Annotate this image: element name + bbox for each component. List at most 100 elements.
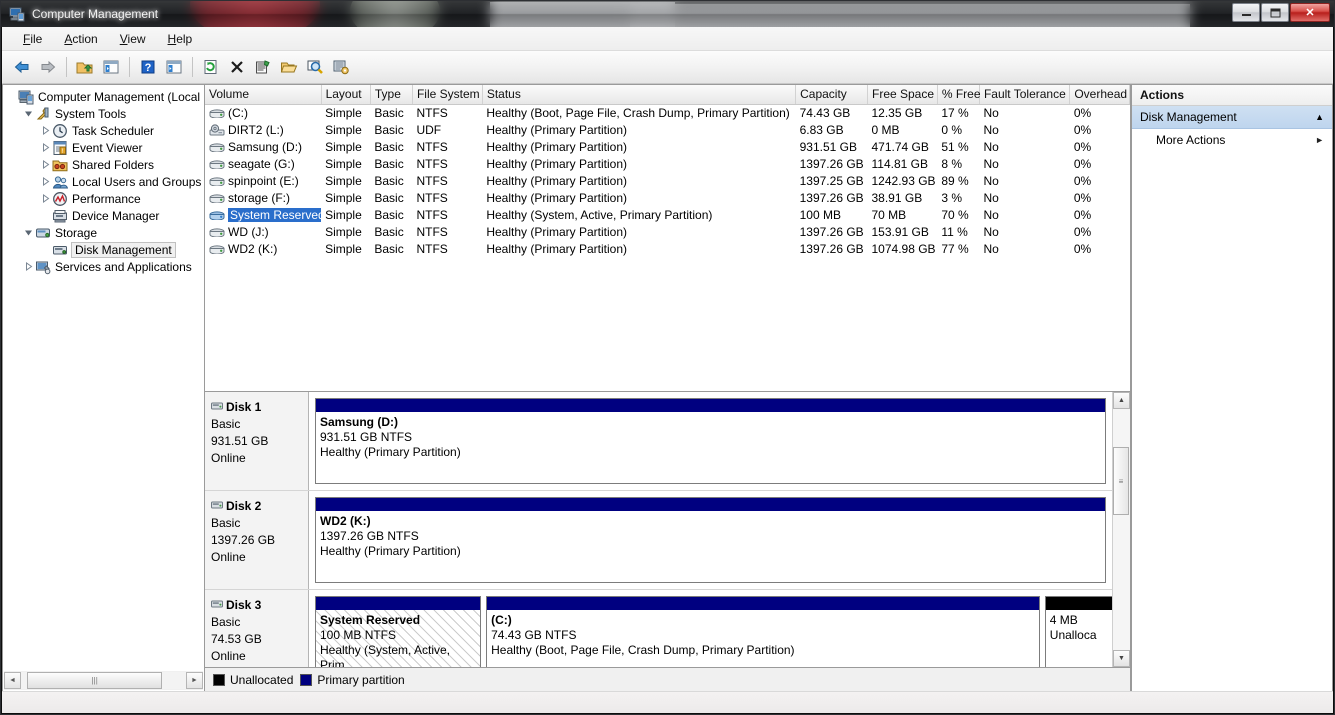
tree-scroll-track[interactable]: |||: [21, 672, 186, 689]
volume-column-header-fault-tolerance[interactable]: Fault Tolerance: [979, 85, 1071, 105]
menu-file[interactable]: File: [12, 29, 53, 49]
disk-info-panel[interactable]: Disk 3 Basic 74.53 GB Online: [205, 590, 309, 667]
volume-row[interactable]: storage (F:) Simple Basic NTFS Healthy (Prim…: [205, 189, 1130, 206]
tree-item-system-tools[interactable]: System Tools: [3, 105, 204, 122]
chevron-down-icon[interactable]: [22, 226, 35, 239]
volume-cell-name[interactable]: storage (F:): [205, 189, 321, 206]
up-folder-icon[interactable]: [73, 55, 97, 79]
volume-row[interactable]: DIRT2 (L:) Simple Basic UDF Healthy (Primary…: [205, 121, 1130, 138]
tree-item-label: Performance: [72, 191, 141, 206]
menu-help[interactable]: Help: [157, 29, 204, 49]
volume-name-label: System Reserved: [228, 207, 322, 222]
chevron-right-icon[interactable]: [22, 260, 35, 273]
tree-item-computer-management-local[interactable]: Computer Management (Local: [3, 88, 204, 105]
back-icon[interactable]: [10, 55, 34, 79]
tree-item-disk-management[interactable]: Disk Management: [3, 241, 204, 258]
volume-cell-type: Basic: [374, 224, 404, 239]
title-bar[interactable]: Computer Management ✕: [1, 1, 1334, 27]
delete-icon[interactable]: [225, 55, 249, 79]
tree-item-storage[interactable]: Storage: [3, 224, 204, 241]
chevron-right-icon: ►: [1315, 135, 1324, 145]
help-icon[interactable]: ?: [136, 55, 160, 79]
disk-graph-scroll-up-button[interactable]: ▲: [1113, 392, 1130, 409]
disk-graph-scroll-track[interactable]: ≡: [1113, 409, 1130, 650]
close-button[interactable]: ✕: [1290, 3, 1330, 22]
refresh-icon[interactable]: [199, 55, 223, 79]
tree-item-device-manager[interactable]: Device Manager: [3, 207, 204, 224]
chevron-up-icon[interactable]: ▲: [1315, 112, 1324, 122]
volume-cell-name[interactable]: DIRT2 (L:): [205, 121, 321, 138]
volume-row[interactable]: seagate (G:) Simple Basic NTFS Healthy (Prim…: [205, 155, 1130, 172]
properties-icon[interactable]: [251, 55, 275, 79]
menu-view[interactable]: View: [109, 29, 157, 49]
rescan-disks-icon[interactable]: [303, 55, 327, 79]
chevron-down-icon[interactable]: [22, 107, 35, 120]
disk-row-disk-1[interactable]: Disk 1 Basic 931.51 GB Online Samsung (D:) 93…: [205, 392, 1112, 491]
tree-item-task-scheduler[interactable]: Task Scheduler: [3, 122, 204, 139]
tree-item-local-users-and-groups[interactable]: Local Users and Groups: [3, 173, 204, 190]
volume-cell-name[interactable]: spinpoint (E:): [205, 172, 321, 189]
disk-row-disk-2[interactable]: Disk 2 Basic 1397.26 GB Online WD2 (K:) 1397.…: [205, 491, 1112, 590]
volume-column-header-capacity[interactable]: Capacity: [795, 85, 868, 105]
chevron-right-icon[interactable]: [39, 124, 52, 137]
volume-cell-status: Healthy (Primary Partition): [486, 241, 628, 256]
tree-scroll-left-button[interactable]: ◄: [4, 672, 21, 689]
volume-row[interactable]: System Reserved Simple Basic NTFS Healthy (S…: [205, 206, 1130, 223]
volume-column-header-free-space[interactable]: Free Space: [867, 85, 938, 105]
tree-scroll-thumb[interactable]: |||: [27, 672, 163, 689]
action-more-actions[interactable]: More Actions ►: [1132, 129, 1332, 151]
partition-block[interactable]: (C:) 74.43 GB NTFS Healthy (Boot, Page Fil…: [486, 596, 1040, 667]
tree-item-shared-folders[interactable]: Shared Folders: [3, 156, 204, 173]
tree-item-services-and-applications[interactable]: Services and Applications: [3, 258, 204, 275]
partition-block[interactable]: 4 MB Unalloca: [1044, 596, 1112, 667]
volume-column-header-layout[interactable]: Layout: [321, 85, 371, 105]
disk-info-panel[interactable]: Disk 2 Basic 1397.26 GB Online: [205, 491, 309, 589]
chevron-right-icon[interactable]: [39, 175, 52, 188]
chevron-right-icon[interactable]: [39, 192, 52, 205]
disk-row-disk-3[interactable]: Disk 3 Basic 74.53 GB Online System Reserved…: [205, 590, 1112, 667]
maximize-button[interactable]: [1261, 3, 1289, 22]
disk-info-panel[interactable]: Disk 1 Basic 931.51 GB Online: [205, 392, 309, 490]
volume-row[interactable]: (C:) Simple Basic NTFS Healthy (Boot, Page F…: [205, 104, 1130, 121]
shared-folders-icon: [52, 157, 68, 173]
volume-column-header-file-system[interactable]: File System: [412, 85, 483, 105]
volume-column-header-free[interactable]: % Free: [937, 85, 981, 105]
volume-cell-name[interactable]: System Reserved: [205, 206, 322, 223]
disk-graph-vertical-scrollbar[interactable]: ▲ ≡ ▼: [1112, 392, 1130, 667]
menu-action[interactable]: Action: [53, 29, 108, 49]
actions-group-disk-management[interactable]: Disk Management ▲: [1132, 106, 1332, 129]
volume-cell-name[interactable]: WD (J:): [205, 223, 321, 240]
export-list-icon[interactable]: [329, 55, 353, 79]
partition-block[interactable]: WD2 (K:) 1397.26 GB NTFS Healthy (Primary …: [315, 497, 1106, 583]
volume-cell-name[interactable]: (C:): [205, 104, 321, 121]
chevron-right-icon[interactable]: [39, 141, 52, 154]
partition-block[interactable]: System Reserved 100 MB NTFS Healthy (Syste…: [315, 596, 482, 667]
minimize-button[interactable]: [1232, 3, 1260, 22]
volume-cell-name[interactable]: seagate (G:): [205, 155, 321, 172]
volume-cell-name[interactable]: WD2 (K:): [205, 240, 321, 257]
local-users-icon: [52, 174, 69, 190]
volume-row[interactable]: Samsung (D:) Simple Basic NTFS Healthy (Prim…: [205, 138, 1130, 155]
show-hide-action-pane-icon[interactable]: [162, 55, 186, 79]
chevron-right-icon[interactable]: [39, 158, 52, 171]
tree-item-event-viewer[interactable]: ! Event Viewer: [3, 139, 204, 156]
tree-horizontal-scrollbar[interactable]: ◄ ||| ►: [4, 671, 203, 690]
tree-scroll-right-button[interactable]: ►: [186, 672, 203, 689]
disk-graph-scroll-thumb[interactable]: ≡: [1113, 447, 1129, 515]
volume-cell-name[interactable]: Samsung (D:): [205, 138, 321, 155]
volume-column-header-volume[interactable]: Volume: [205, 85, 322, 105]
volume-cell-fault-tolerance: No: [983, 139, 999, 154]
volume-row[interactable]: spinpoint (E:) Simple Basic NTFS Healthy (Pr…: [205, 172, 1130, 189]
volume-column-header-status[interactable]: Status: [482, 85, 797, 105]
partition-size-label: 931.51 GB NTFS: [320, 430, 413, 444]
volume-row[interactable]: WD2 (K:) Simple Basic NTFS Healthy (Primary …: [205, 240, 1130, 257]
tree-item-performance[interactable]: Performance: [3, 190, 204, 207]
volume-row[interactable]: WD (J:) Simple Basic NTFS Healthy (Primary P…: [205, 223, 1130, 240]
show-hide-tree-icon[interactable]: [99, 55, 123, 79]
disk-graph-scroll-down-button[interactable]: ▼: [1113, 650, 1130, 667]
open-folder-icon[interactable]: [277, 55, 301, 79]
volume-column-header-overhead[interactable]: Overhead: [1069, 85, 1130, 105]
forward-icon[interactable]: [36, 55, 60, 79]
volume-column-header-type[interactable]: Type: [370, 85, 413, 105]
partition-block[interactable]: Samsung (D:) 931.51 GB NTFS Healthy (Prima…: [315, 398, 1106, 484]
